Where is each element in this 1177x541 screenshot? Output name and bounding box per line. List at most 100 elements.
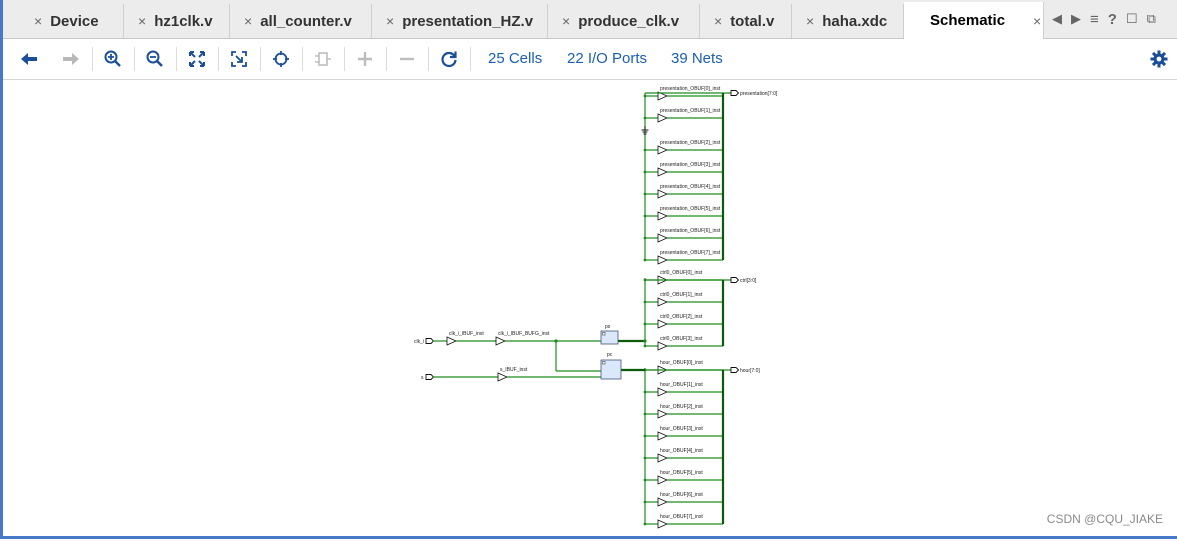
port-label: clk_i [414,339,424,345]
schematic-diagram[interactable]: presentation_OBUF[0]_inst presentation_OB… [3,80,1177,536]
cell-label: presentation_OBUF[1]_inst [660,108,721,114]
schematic-canvas[interactable]: presentation_OBUF[0]_inst presentation_OB… [3,80,1177,536]
close-icon[interactable]: × [806,13,814,29]
editor-tab-bar: × Device × hz1clk.v × all_counter.v × pr… [3,0,1177,39]
cell-label: s_IBUF_inst [500,367,528,373]
gear-icon[interactable] [1148,48,1170,70]
toolbar-separator [386,47,387,71]
cell-label: hour_OBUF[0]_inst [660,360,703,366]
scroll-tabs-right-icon[interactable]: ▶ [1071,11,1081,27]
close-icon[interactable]: × [386,13,394,29]
close-icon[interactable]: × [138,13,146,29]
net-junction [643,300,647,304]
cell-label: hour_OBUF[2]_inst [660,404,703,410]
tab-presentation-hz[interactable]: × presentation_HZ.v [372,4,548,38]
net-junction [643,322,647,326]
net-junction [643,478,647,482]
net-junction [643,116,647,120]
remove-icon[interactable] [396,48,418,70]
schematic-toolbar: 25 Cells 22 I/O Ports 39 Nets [3,39,1177,80]
toolbar-separator [302,47,303,71]
back-arrow-icon[interactable] [18,48,40,70]
output-port-presentation[interactable] [730,90,740,96]
zoom-area-icon[interactable] [228,48,250,70]
cell-label: hour_OBUF[3]_inst [660,426,703,432]
buffer-ctrl0_OBUF[1]_inst[interactable] [657,297,668,307]
toolbar-separator [344,47,345,71]
buffer-presentation_OBUF[2]_inst[interactable] [657,145,668,155]
buffer-hour_OBUF[4]_inst[interactable] [657,453,668,463]
buffer-presentation_OBUF[4]_inst[interactable] [657,189,668,199]
tab-schematic[interactable]: Schematic × [904,2,1044,39]
cell-label: presentation_OBUF[0]_inst [660,86,721,92]
buffer-presentation_OBUF[5]_inst[interactable] [657,211,668,221]
output-port-ctrl[interactable] [730,277,740,283]
net-junction [643,500,647,504]
cell-label: ctrl0_OBUF[0]_inst [660,270,703,276]
fit-view-icon[interactable] [186,48,208,70]
buffer-clk-ibuf[interactable] [446,336,457,346]
crosshair-icon[interactable] [270,48,292,70]
cell-label: hour_OBUF[7]_inst [660,514,703,520]
output-port-hour[interactable] [730,367,740,373]
tab-menu-icon[interactable]: ≡ [1090,11,1099,28]
help-icon[interactable]: ? [1108,11,1117,28]
tab-total[interactable]: × total.v [700,4,792,38]
toolbar-separator [176,47,177,71]
io-ports-count-link[interactable]: 22 I/O Ports [567,50,647,67]
net-junction [643,522,647,526]
port-label: presentation[7:0] [740,91,778,97]
add-icon[interactable] [354,48,376,70]
net-junction [643,94,647,98]
cell-label: hour_OBUF[6]_inst [660,492,703,498]
port-label: ctrl[3:0] [740,278,757,284]
buffer-hour_OBUF[6]_inst[interactable] [657,497,668,507]
buffer-hour_OBUF[2]_inst[interactable] [657,409,668,419]
float-icon[interactable]: ⧉ [1147,11,1156,27]
cell-label: presentation_OBUF[4]_inst [660,184,721,190]
tab-all-counter[interactable]: × all_counter.v [230,4,372,38]
buffer-presentation_OBUF[3]_inst[interactable] [657,167,668,177]
block-label: pc [607,352,613,358]
buffer-presentation_OBUF[7]_inst[interactable] [657,255,668,265]
buffer-clk-bufg[interactable] [495,336,506,346]
cell-label: hour_OBUF[5]_inst [660,470,703,476]
zoom-in-icon[interactable] [102,48,124,70]
tab-haha-xdc[interactable]: × haha.xdc [792,4,904,38]
cell-label: hour_OBUF[4]_inst [660,448,703,454]
close-icon[interactable]: × [244,13,252,29]
nets-count-link[interactable]: 39 Nets [671,50,723,67]
tab-hz1clk[interactable]: × hz1clk.v [124,4,230,38]
cells-count-link[interactable]: 25 Cells [488,50,542,67]
net-junction [643,214,647,218]
input-port-clk[interactable] [425,338,435,344]
buffer-presentation_OBUF[6]_inst[interactable] [657,233,668,243]
forward-arrow-icon[interactable] [60,48,82,70]
scroll-tabs-left-icon[interactable]: ◀ [1052,11,1062,27]
close-icon[interactable]: × [1033,13,1041,29]
cell-label: hour_OBUF[1]_inst [660,382,703,388]
cell-label: presentation_OBUF[7]_inst [660,250,721,256]
net-junction [554,339,558,343]
port-label: s [421,375,424,381]
close-icon[interactable]: × [34,13,42,29]
buffer-hour_OBUF[5]_inst[interactable] [657,475,668,485]
buffer-ctrl0_OBUF[2]_inst[interactable] [657,319,668,329]
buffer-ctrl0_OBUF[3]_inst[interactable] [657,341,668,351]
buffer-s-ibuf[interactable] [497,372,508,382]
buffer-hour_OBUF[1]_inst[interactable] [657,387,668,397]
close-icon[interactable]: × [714,13,722,29]
toolbar-separator [218,47,219,71]
net-junction [643,390,647,394]
route-nets-icon[interactable] [312,48,334,70]
tab-device[interactable]: × Device [20,4,124,38]
tab-produce-clk[interactable]: × produce_clk.v [548,4,700,38]
buffer-presentation_OBUF[1]_inst[interactable] [657,113,668,123]
input-port-s[interactable] [425,374,435,380]
zoom-out-icon[interactable] [144,48,166,70]
refresh-icon[interactable] [438,48,460,70]
buffer-hour_OBUF[7]_inst[interactable] [657,519,668,529]
restore-icon[interactable]: ☐ [1126,11,1138,27]
close-icon[interactable]: × [562,13,570,29]
buffer-hour_OBUF[3]_inst[interactable] [657,431,668,441]
